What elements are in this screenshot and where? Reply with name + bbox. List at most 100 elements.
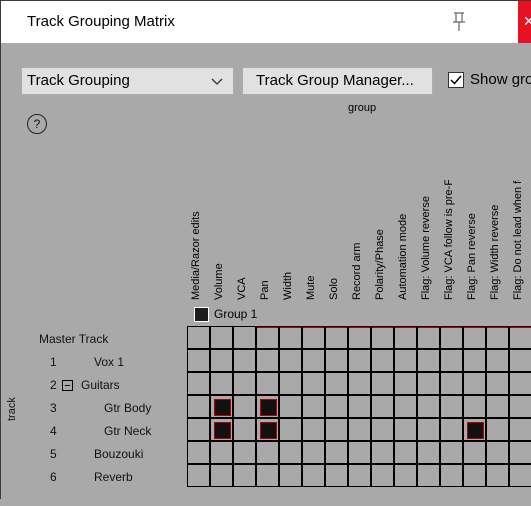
matrix-cell[interactable] (279, 464, 302, 487)
matrix-cell[interactable] (187, 441, 210, 464)
matrix-cell[interactable] (509, 349, 531, 372)
matrix-cell[interactable] (256, 395, 279, 418)
matrix-cell[interactable] (210, 418, 233, 441)
matrix-cell[interactable] (187, 418, 210, 441)
matrix-cell[interactable] (486, 441, 509, 464)
matrix-cell[interactable] (233, 349, 256, 372)
matrix-cell[interactable] (394, 395, 417, 418)
matrix-cell[interactable] (509, 326, 531, 349)
matrix-cell[interactable] (325, 349, 348, 372)
track-name[interactable]: Vox 1 (94, 355, 124, 369)
matrix-cell[interactable] (256, 349, 279, 372)
track-name[interactable]: Guitars (81, 378, 120, 392)
matrix-cell[interactable] (440, 326, 463, 349)
track-group-manager-button[interactable]: Track Group Manager... (242, 67, 433, 95)
matrix-cell[interactable] (417, 326, 440, 349)
matrix-cell[interactable] (348, 418, 371, 441)
matrix-cell[interactable] (463, 372, 486, 395)
matrix-cell[interactable] (187, 326, 210, 349)
matrix-cell[interactable] (440, 349, 463, 372)
matrix-cell[interactable] (509, 464, 531, 487)
matrix-cell[interactable] (256, 326, 279, 349)
matrix-cell[interactable] (440, 395, 463, 418)
matrix-cell[interactable] (509, 395, 531, 418)
close-button[interactable]: ✕ (518, 1, 531, 43)
help-icon[interactable]: ? (27, 114, 47, 134)
matrix-cell[interactable] (348, 464, 371, 487)
matrix-cell[interactable] (279, 349, 302, 372)
matrix-cell[interactable] (187, 372, 210, 395)
matrix-cell[interactable] (394, 372, 417, 395)
matrix-cell[interactable] (187, 464, 210, 487)
matrix-cell[interactable] (486, 326, 509, 349)
show-checkbox[interactable] (448, 72, 464, 88)
matrix-cell[interactable] (187, 349, 210, 372)
matrix-cell[interactable] (394, 349, 417, 372)
matrix-cell[interactable] (394, 418, 417, 441)
matrix-cell[interactable] (256, 372, 279, 395)
matrix-cell[interactable] (279, 441, 302, 464)
matrix-cell[interactable] (440, 464, 463, 487)
matrix-cell[interactable] (302, 464, 325, 487)
matrix-cell[interactable] (348, 349, 371, 372)
matrix-cell[interactable] (302, 372, 325, 395)
matrix-cell[interactable] (279, 372, 302, 395)
matrix-cell[interactable] (210, 372, 233, 395)
matrix-cell[interactable] (256, 464, 279, 487)
matrix-cell[interactable] (417, 349, 440, 372)
matrix-cell[interactable] (325, 418, 348, 441)
matrix-cell[interactable] (417, 418, 440, 441)
matrix-cell[interactable] (348, 441, 371, 464)
matrix-cell[interactable] (440, 418, 463, 441)
matrix-cell[interactable] (486, 372, 509, 395)
matrix-cell[interactable] (348, 326, 371, 349)
matrix-cell[interactable] (371, 418, 394, 441)
matrix-cell[interactable] (417, 464, 440, 487)
track-name[interactable]: Gtr Body (104, 401, 151, 415)
matrix-cell[interactable] (394, 441, 417, 464)
group-color-swatch[interactable] (194, 307, 209, 322)
matrix-cell[interactable] (210, 349, 233, 372)
matrix-cell[interactable] (325, 326, 348, 349)
matrix-cell[interactable] (509, 441, 531, 464)
matrix-cell[interactable] (417, 395, 440, 418)
matrix-cell[interactable] (463, 326, 486, 349)
matrix-cell[interactable] (463, 349, 486, 372)
matrix-cell[interactable] (302, 395, 325, 418)
matrix-cell[interactable] (371, 349, 394, 372)
matrix-cell[interactable] (302, 418, 325, 441)
grouping-mode-dropdown[interactable]: Track Grouping (21, 67, 234, 95)
matrix-cell[interactable] (371, 395, 394, 418)
matrix-cell[interactable] (210, 464, 233, 487)
matrix-cell[interactable] (210, 395, 233, 418)
matrix-cell[interactable] (348, 372, 371, 395)
matrix-cell[interactable] (371, 326, 394, 349)
group-name[interactable]: Group 1 (214, 307, 257, 321)
matrix-cell[interactable] (371, 464, 394, 487)
matrix-cell[interactable] (486, 418, 509, 441)
pin-icon[interactable] (444, 9, 474, 35)
matrix-cell[interactable] (371, 441, 394, 464)
matrix-cell[interactable] (463, 418, 486, 441)
matrix-cell[interactable] (233, 464, 256, 487)
matrix-cell[interactable] (371, 372, 394, 395)
collapse-icon[interactable] (62, 380, 73, 391)
matrix-cell[interactable] (440, 441, 463, 464)
matrix-cell[interactable] (440, 372, 463, 395)
matrix-cell[interactable] (463, 464, 486, 487)
matrix-cell[interactable] (417, 372, 440, 395)
matrix-cell[interactable] (486, 464, 509, 487)
matrix-cell[interactable] (233, 418, 256, 441)
track-name[interactable]: Bouzouki (94, 447, 143, 461)
matrix-cell[interactable] (279, 326, 302, 349)
matrix-cell[interactable] (417, 441, 440, 464)
matrix-cell[interactable] (233, 441, 256, 464)
matrix-cell[interactable] (348, 395, 371, 418)
matrix-cell[interactable] (325, 464, 348, 487)
matrix-cell[interactable] (463, 395, 486, 418)
matrix-cell[interactable] (279, 418, 302, 441)
matrix-cell[interactable] (509, 372, 531, 395)
matrix-cell[interactable] (302, 326, 325, 349)
track-name[interactable]: Reverb (94, 470, 133, 484)
matrix-cell[interactable] (325, 441, 348, 464)
